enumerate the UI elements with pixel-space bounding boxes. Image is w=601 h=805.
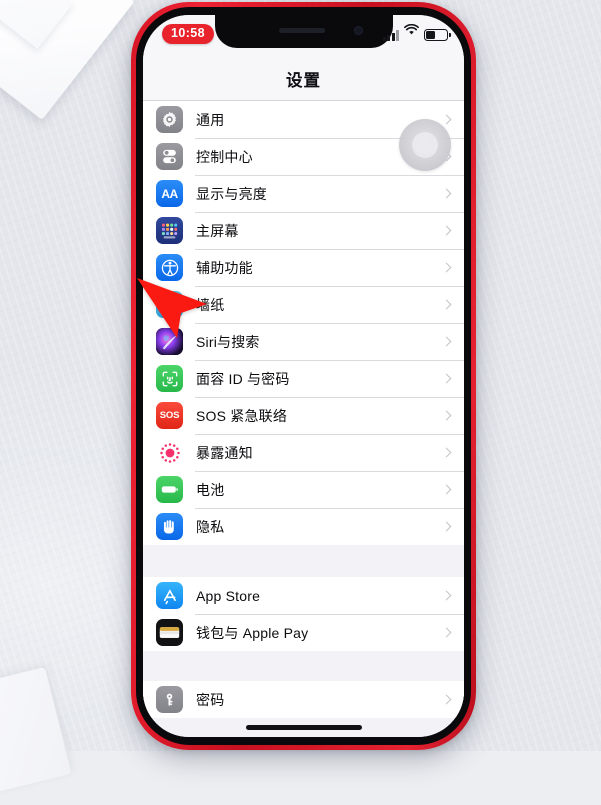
chevron-right-icon bbox=[441, 336, 452, 347]
chevron-right-icon bbox=[441, 521, 452, 532]
front-camera-icon bbox=[353, 26, 363, 35]
section-gap bbox=[143, 545, 464, 577]
device-screen: 10:58 设置 通用 控制中心 AA 显示与亮度 主屏幕 辅助功能 墙纸 Si… bbox=[143, 15, 464, 737]
settings-row-battery[interactable]: 电池 bbox=[143, 471, 464, 508]
settings-row-privacy[interactable]: 隐私 bbox=[143, 508, 464, 545]
chevron-right-icon bbox=[441, 484, 452, 495]
aa-glyph: AA bbox=[161, 186, 178, 201]
status-indicators bbox=[382, 23, 451, 41]
notch bbox=[214, 15, 393, 48]
chevron-right-icon bbox=[441, 590, 452, 601]
navigation-bar: 设置 bbox=[143, 57, 464, 101]
app-store-icon bbox=[156, 582, 183, 609]
chevron-right-icon bbox=[441, 447, 452, 458]
settings-row-label: SOS 紧急联络 bbox=[196, 407, 288, 424]
sos-glyph: SOS bbox=[159, 410, 180, 421]
chevron-right-icon bbox=[441, 694, 452, 705]
settings-row-wallet[interactable]: 钱包与 Apple Pay bbox=[143, 614, 464, 651]
display-brightness-icon: AA bbox=[156, 180, 183, 207]
chevron-right-icon bbox=[441, 188, 452, 199]
control-center-icon bbox=[156, 143, 183, 170]
chevron-right-icon bbox=[441, 114, 452, 125]
siri-icon bbox=[156, 328, 183, 355]
settings-row-label: 墙纸 bbox=[196, 296, 225, 313]
face-id-icon bbox=[156, 365, 183, 392]
status-bar: 10:58 bbox=[143, 15, 464, 57]
sos-icon: SOS bbox=[156, 402, 183, 429]
passwords-key-icon bbox=[156, 686, 183, 713]
home-indicator[interactable] bbox=[245, 725, 362, 730]
settings-list[interactable]: 通用 控制中心 AA 显示与亮度 主屏幕 辅助功能 墙纸 Siri与搜索 面容 … bbox=[143, 101, 464, 737]
settings-row-display-brightness[interactable]: AA 显示与亮度 bbox=[143, 175, 464, 212]
chevron-right-icon bbox=[441, 225, 452, 236]
wallpaper-icon bbox=[156, 291, 183, 318]
chevron-right-icon bbox=[441, 410, 452, 421]
settings-row-label: 隐私 bbox=[196, 518, 225, 535]
settings-row-home-screen[interactable]: 主屏幕 bbox=[143, 212, 464, 249]
settings-row-label: 电池 bbox=[196, 481, 225, 498]
settings-row-face-id[interactable]: 面容 ID 与密码 bbox=[143, 360, 464, 397]
device-bezel: 10:58 设置 通用 控制中心 AA 显示与亮度 主屏幕 辅助功能 墙纸 Si… bbox=[136, 7, 471, 745]
settings-row-label: App Store bbox=[196, 587, 261, 604]
settings-row-label: 暴露通知 bbox=[196, 444, 253, 461]
settings-row-accessibility[interactable]: 辅助功能 bbox=[143, 249, 464, 286]
chevron-right-icon bbox=[441, 373, 452, 384]
settings-row-emergency-sos[interactable]: SOS SOS 紧急联络 bbox=[143, 397, 464, 434]
iphone-device: 10:58 设置 通用 控制中心 AA 显示与亮度 主屏幕 辅助功能 墙纸 Si… bbox=[131, 2, 476, 750]
settings-row-app-store[interactable]: App Store bbox=[143, 577, 464, 614]
settings-row-siri-search[interactable]: Siri与搜索 bbox=[143, 323, 464, 360]
settings-row-label: 辅助功能 bbox=[196, 259, 253, 276]
settings-group-store: App Store 钱包与 Apple Pay bbox=[143, 577, 464, 651]
status-time-recording-pill: 10:58 bbox=[162, 24, 214, 44]
settings-row-exposure-notifications[interactable]: 暴露通知 bbox=[143, 434, 464, 471]
wallet-icon bbox=[156, 619, 183, 646]
home-screen-icon bbox=[156, 217, 183, 244]
accessibility-icon bbox=[156, 254, 183, 281]
earpiece-speaker-icon bbox=[278, 28, 325, 33]
settings-row-label: 钱包与 Apple Pay bbox=[196, 624, 309, 641]
privacy-hand-icon bbox=[156, 513, 183, 540]
chevron-right-icon bbox=[441, 627, 452, 638]
settings-row-label: 密码 bbox=[196, 691, 225, 708]
wifi-icon bbox=[404, 23, 419, 41]
chevron-right-icon bbox=[441, 299, 452, 310]
chevron-right-icon bbox=[441, 262, 452, 273]
settings-group-passwords: 密码 bbox=[143, 681, 464, 718]
settings-row-wallpaper[interactable]: 墙纸 bbox=[143, 286, 464, 323]
page-title: 设置 bbox=[286, 71, 321, 90]
battery-settings-icon bbox=[156, 476, 183, 503]
battery-icon bbox=[424, 29, 451, 41]
assistive-touch-button[interactable] bbox=[399, 119, 451, 171]
section-gap bbox=[143, 651, 464, 681]
settings-row-passwords[interactable]: 密码 bbox=[143, 681, 464, 718]
settings-row-label: Siri与搜索 bbox=[196, 333, 260, 350]
gear-icon bbox=[156, 106, 183, 133]
cellular-signal-icon bbox=[382, 30, 399, 41]
exposure-notification-icon bbox=[156, 439, 183, 466]
settings-row-label: 显示与亮度 bbox=[196, 185, 267, 202]
settings-row-label: 面容 ID 与密码 bbox=[196, 370, 290, 387]
settings-row-label: 主屏幕 bbox=[196, 222, 239, 239]
